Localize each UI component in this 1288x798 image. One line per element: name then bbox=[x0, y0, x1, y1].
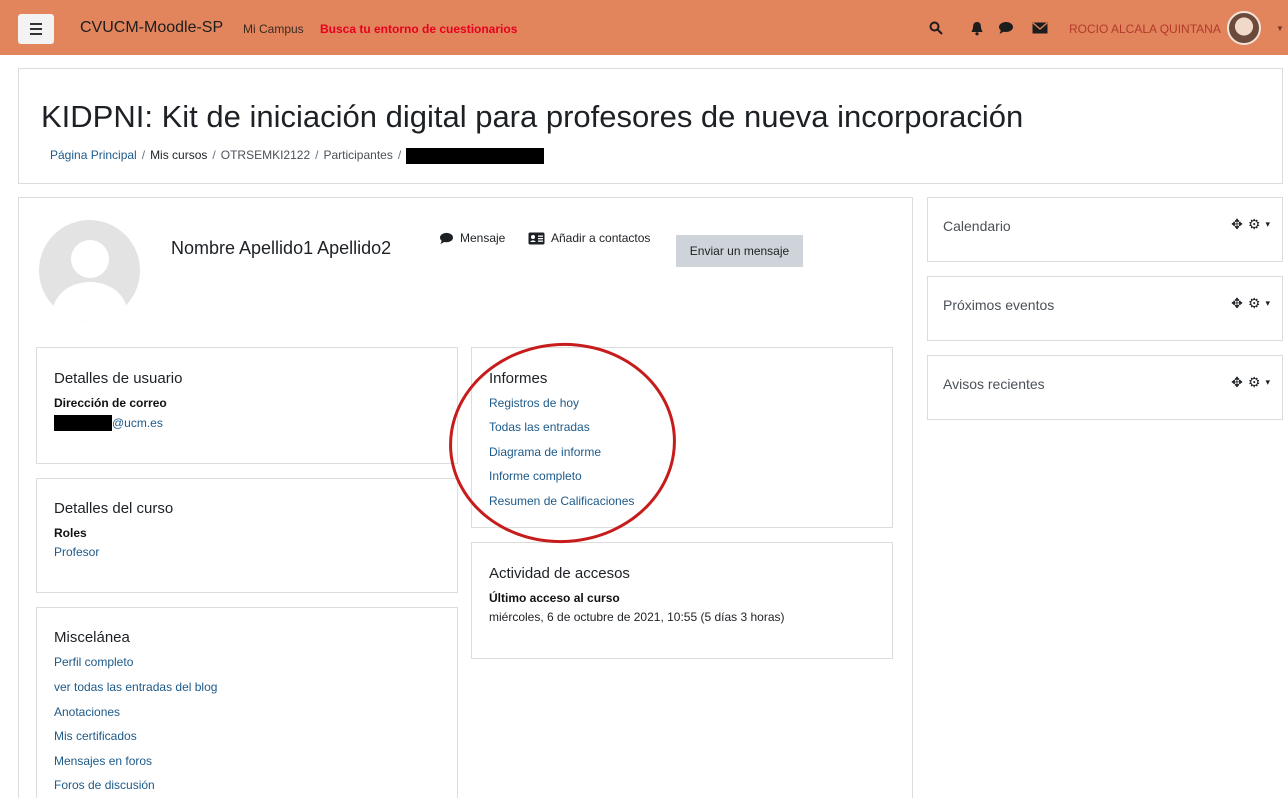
report-link-today[interactable]: Registros de hoy bbox=[489, 396, 579, 410]
breadcrumb-participants[interactable]: Participantes bbox=[323, 148, 392, 162]
breadcrumb-course[interactable]: OTRSEMKI2122 bbox=[221, 148, 310, 162]
quiz-environment-link[interactable]: Busca tu entorno de cuestionarios bbox=[320, 22, 517, 36]
card-title: Informes bbox=[489, 370, 548, 387]
menu-toggle-button[interactable] bbox=[18, 14, 54, 44]
redacted-email bbox=[54, 415, 112, 431]
block-title: Próximos eventos bbox=[943, 297, 1055, 313]
mail-icon[interactable] bbox=[1030, 18, 1050, 38]
gear-icon[interactable]: ⚙ bbox=[1248, 295, 1261, 312]
message-label: Mensaje bbox=[460, 231, 506, 245]
chat-icon[interactable] bbox=[996, 18, 1016, 38]
course-details-card: Detalles del curso Roles Profesor bbox=[36, 478, 458, 593]
misc-link-discussions[interactable]: Foros de discusión bbox=[54, 778, 155, 792]
breadcrumb-my-courses[interactable]: Mis cursos bbox=[150, 148, 207, 162]
address-card-icon bbox=[528, 232, 545, 244]
block-title: Calendario bbox=[943, 218, 1011, 234]
last-access-label: Último acceso al curso bbox=[489, 591, 620, 605]
calendar-block: Calendario ✥ ⚙ ▾ bbox=[927, 197, 1283, 262]
last-access-value: miércoles, 6 de octubre de 2021, 10:55 (… bbox=[489, 610, 785, 624]
access-activity-card: Actividad de accesos Último acceso al cu… bbox=[471, 542, 893, 659]
misc-card: Miscelánea Perfil completo ver todas las… bbox=[36, 607, 458, 798]
chevron-down-icon[interactable]: ▾ bbox=[1265, 219, 1270, 230]
move-icon[interactable]: ✥ bbox=[1231, 374, 1243, 391]
profile-picture bbox=[39, 220, 140, 321]
redacted-name bbox=[406, 148, 545, 164]
misc-link-certificates[interactable]: Mis certificados bbox=[54, 729, 137, 743]
block-title: Avisos recientes bbox=[943, 376, 1045, 392]
upcoming-events-block: Próximos eventos ✥ ⚙ ▾ bbox=[927, 276, 1283, 341]
breadcrumb-home[interactable]: Página Principal bbox=[50, 148, 137, 162]
card-title: Detalles de usuario bbox=[54, 370, 183, 387]
card-title: Miscelánea bbox=[54, 629, 130, 646]
chat-icon bbox=[440, 232, 453, 244]
send-message-button[interactable]: Enviar un mensaje bbox=[676, 235, 803, 267]
report-link-complete[interactable]: Informe completo bbox=[489, 469, 582, 483]
gear-icon[interactable]: ⚙ bbox=[1248, 216, 1261, 233]
misc-link-blog[interactable]: ver todas las entradas del blog bbox=[54, 680, 217, 694]
email-label: Dirección de correo bbox=[54, 396, 167, 410]
recent-news-block: Avisos recientes ✥ ⚙ ▾ bbox=[927, 355, 1283, 420]
gear-icon[interactable]: ⚙ bbox=[1248, 374, 1261, 391]
email-link[interactable]: @ucm.es bbox=[54, 415, 163, 431]
mi-campus-link[interactable]: Mi Campus bbox=[243, 22, 304, 36]
card-title: Actividad de accesos bbox=[489, 565, 630, 582]
report-link-chart[interactable]: Diagrama de informe bbox=[489, 445, 601, 459]
message-link[interactable]: Mensaje bbox=[439, 231, 505, 245]
misc-link-forum-posts[interactable]: Mensajes en foros bbox=[54, 754, 152, 768]
top-navbar: CVUCM-Moodle-SP Mi Campus Busca tu entor… bbox=[0, 0, 1288, 55]
misc-link-notes[interactable]: Anotaciones bbox=[54, 705, 120, 719]
report-link-grades[interactable]: Resumen de Calificaciones bbox=[489, 494, 634, 508]
user-details-card: Detalles de usuario Dirección de correo … bbox=[36, 347, 458, 464]
user-fullname: Nombre Apellido1 Apellido2 bbox=[171, 238, 392, 258]
role-link[interactable]: Profesor bbox=[54, 545, 99, 559]
add-contacts-link[interactable]: Añadir a contactos bbox=[528, 231, 650, 245]
report-link-all[interactable]: Todas las entradas bbox=[489, 420, 590, 434]
move-icon[interactable]: ✥ bbox=[1231, 295, 1243, 312]
site-name[interactable]: CVUCM-Moodle-SP bbox=[80, 19, 223, 37]
bell-icon[interactable] bbox=[967, 18, 987, 38]
add-contacts-label: Añadir a contactos bbox=[551, 231, 651, 245]
user-menu-name[interactable]: ROCIO ALCALA QUINTANA bbox=[1069, 22, 1221, 36]
move-icon[interactable]: ✥ bbox=[1231, 216, 1243, 233]
email-domain: @ucm.es bbox=[112, 416, 163, 430]
breadcrumb: Página Principal / Mis cursos / OTRSEMKI2122… bbox=[50, 148, 545, 164]
reports-card: Informes Registros de hoy Todas las entr… bbox=[471, 347, 893, 528]
user-avatar[interactable] bbox=[1227, 11, 1261, 45]
page-title: KIDPNI: Kit de iniciación digital para p… bbox=[41, 99, 1024, 134]
chevron-down-icon[interactable]: ▾ bbox=[1265, 377, 1270, 388]
chevron-down-icon[interactable]: ▾ bbox=[1265, 298, 1270, 309]
card-title: Detalles del curso bbox=[54, 500, 174, 517]
search-icon[interactable] bbox=[926, 18, 946, 38]
chevron-down-icon[interactable]: ▼ bbox=[1276, 24, 1284, 33]
roles-label: Roles bbox=[54, 526, 87, 540]
misc-link-full-profile[interactable]: Perfil completo bbox=[54, 655, 133, 669]
page-header: KIDPNI: Kit de iniciación digital para p… bbox=[18, 68, 1283, 184]
